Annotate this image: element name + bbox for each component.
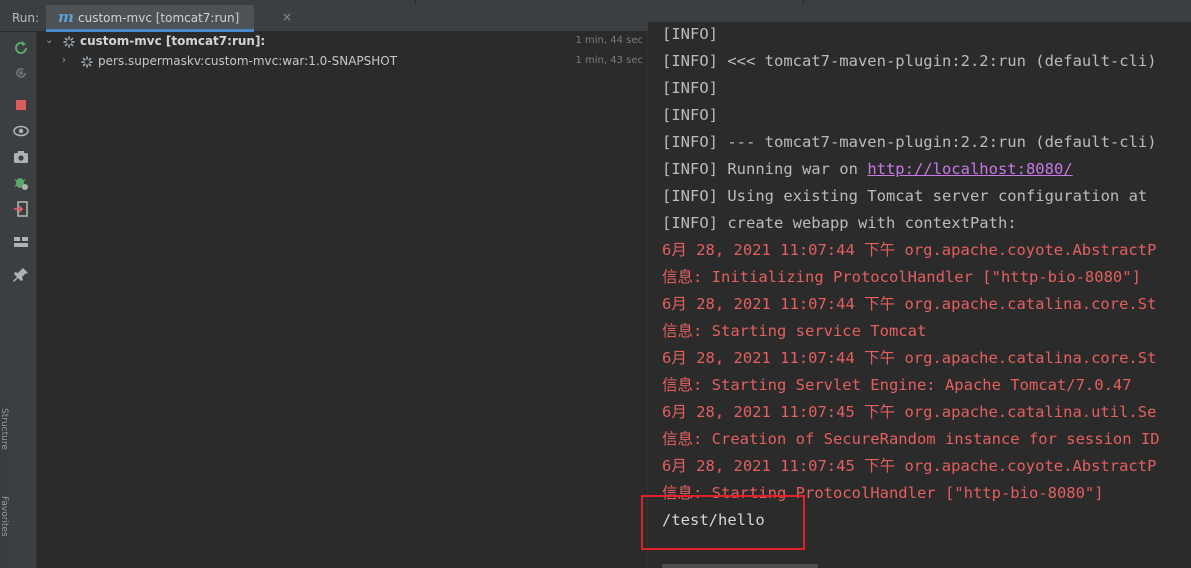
- chevron-right-icon[interactable]: ›: [62, 55, 66, 66]
- console-line-text: [INFO]: [662, 25, 718, 43]
- console-line-text: 信息: Initializing ProtocolHandler ["http-…: [662, 268, 1141, 286]
- console-line-text: 信息: Creation of SecureRandom instance fo…: [662, 430, 1160, 448]
- tab-title: custom-mvc [tomcat7:run]: [78, 11, 240, 25]
- console-line: [INFO] <<< tomcat7-maven-plugin:2.2:run …: [662, 48, 1157, 75]
- horizontal-scrollbar[interactable]: [662, 564, 818, 568]
- console-line: 6月 28, 2021 11:07:44 下午 org.apache.coyot…: [662, 237, 1156, 264]
- console-line-text: [INFO]: [662, 79, 718, 97]
- view-icon[interactable]: [12, 122, 30, 140]
- spinner-icon: [81, 56, 93, 68]
- highlight-annotation: [641, 495, 805, 550]
- console-line-text: 6月 28, 2021 11:07:45 下午 org.apache.coyot…: [662, 457, 1157, 475]
- console-line: [INFO] create webapp with contextPath:: [662, 210, 1017, 237]
- console-line-text: 信息: Starting service Tomcat: [662, 322, 927, 340]
- tab-custom-mvc[interactable]: m custom-mvc [tomcat7:run] ×: [46, 5, 292, 32]
- spinner-icon: [63, 36, 75, 48]
- console-line-text: [INFO] Using existing Tomcat server conf…: [662, 187, 1148, 205]
- tree-root-time: 1 min, 44 sec: [575, 35, 643, 46]
- console-line-text: [INFO] Running war on: [662, 160, 868, 178]
- console-line: 信息: Starting service Tomcat: [662, 318, 926, 345]
- stop-icon[interactable]: [12, 96, 30, 114]
- console-output[interactable]: [INFO] [INFO] <<< tomcat7-maven-plugin:2.…: [648, 22, 1191, 568]
- console-line: 6月 28, 2021 11:07:44 下午 org.apache.catal…: [662, 291, 1156, 318]
- console-line: 6月 28, 2021 11:07:44 下午 org.apache.catal…: [662, 345, 1156, 372]
- tree-child-time: 1 min, 43 sec: [575, 55, 643, 66]
- console-line: 信息: Initializing ProtocolHandler ["http-…: [662, 264, 1141, 291]
- console-line-text: [INFO]: [662, 106, 718, 124]
- console-line-text: 6月 28, 2021 11:07:44 下午 org.apache.coyot…: [662, 241, 1157, 259]
- console-line: [INFO]: [662, 75, 718, 102]
- console-line-text: [INFO] create webapp with contextPath:: [662, 214, 1017, 232]
- console-line: [INFO] Running war on http://localhost:8…: [662, 156, 1073, 183]
- console-line-text: 6月 28, 2021 11:07:44 下午 org.apache.catal…: [662, 349, 1157, 367]
- camera-icon[interactable]: [12, 148, 30, 166]
- tree-row-root[interactable]: ⌄ custom-mvc [tomcat7:run]: 1 min, 44 se…: [37, 32, 648, 52]
- tree-root-label: custom-mvc [tomcat7:run]:: [80, 34, 266, 48]
- console-line: 信息: Creation of SecureRandom instance fo…: [662, 426, 1160, 453]
- console-line: [INFO] Using existing Tomcat server conf…: [662, 183, 1147, 210]
- console-line-text: [INFO] <<< tomcat7-maven-plugin:2.2:run …: [662, 52, 1157, 70]
- tree-row-child[interactable]: › pers.supermaskv:custom-mvc:war:1.0-SNA…: [37, 52, 648, 72]
- layout-icon[interactable]: [12, 233, 30, 251]
- console-line: [INFO] --- tomcat7-maven-plugin:2.2:run …: [662, 129, 1157, 156]
- console-line-text: [INFO] --- tomcat7-maven-plugin:2.2:run …: [662, 133, 1157, 151]
- maven-icon: m: [58, 8, 74, 26]
- side-strip: Structure Favorites: [0, 400, 9, 568]
- rerun-icon[interactable]: [12, 39, 30, 57]
- debug-rerun-icon[interactable]: [12, 63, 30, 81]
- close-icon[interactable]: ×: [282, 10, 292, 24]
- localhost-link[interactable]: http://localhost:8080/: [867, 160, 1072, 178]
- chevron-down-icon[interactable]: ⌄: [45, 35, 53, 46]
- pin-icon[interactable]: [12, 266, 30, 284]
- console-line: [INFO]: [662, 22, 718, 48]
- console-line: 6月 28, 2021 11:07:45 下午 org.apache.coyot…: [662, 453, 1156, 480]
- structure-label[interactable]: Structure: [0, 408, 9, 450]
- console-line-text: 信息: Starting Servlet Engine: Apache Tomc…: [662, 376, 1132, 394]
- console-line: 6月 28, 2021 11:07:45 下午 org.apache.catal…: [662, 399, 1156, 426]
- console-line-text: 6月 28, 2021 11:07:45 下午 org.apache.catal…: [662, 403, 1157, 421]
- run-label: Run:: [12, 11, 40, 25]
- exit-icon[interactable]: [12, 200, 30, 218]
- console-line: 信息: Starting Servlet Engine: Apache Tomc…: [662, 372, 1132, 399]
- favorites-label[interactable]: Favorites: [0, 496, 9, 537]
- settings-bug-icon[interactable]: [12, 174, 30, 192]
- console-line: [INFO]: [662, 102, 718, 129]
- tree-child-label: pers.supermaskv:custom-mvc:war:1.0-SNAPS…: [98, 54, 398, 68]
- run-tree: ⌄ custom-mvc [tomcat7:run]: 1 min, 44 se…: [37, 32, 648, 568]
- console-line-text: 6月 28, 2021 11:07:44 下午 org.apache.catal…: [662, 295, 1157, 313]
